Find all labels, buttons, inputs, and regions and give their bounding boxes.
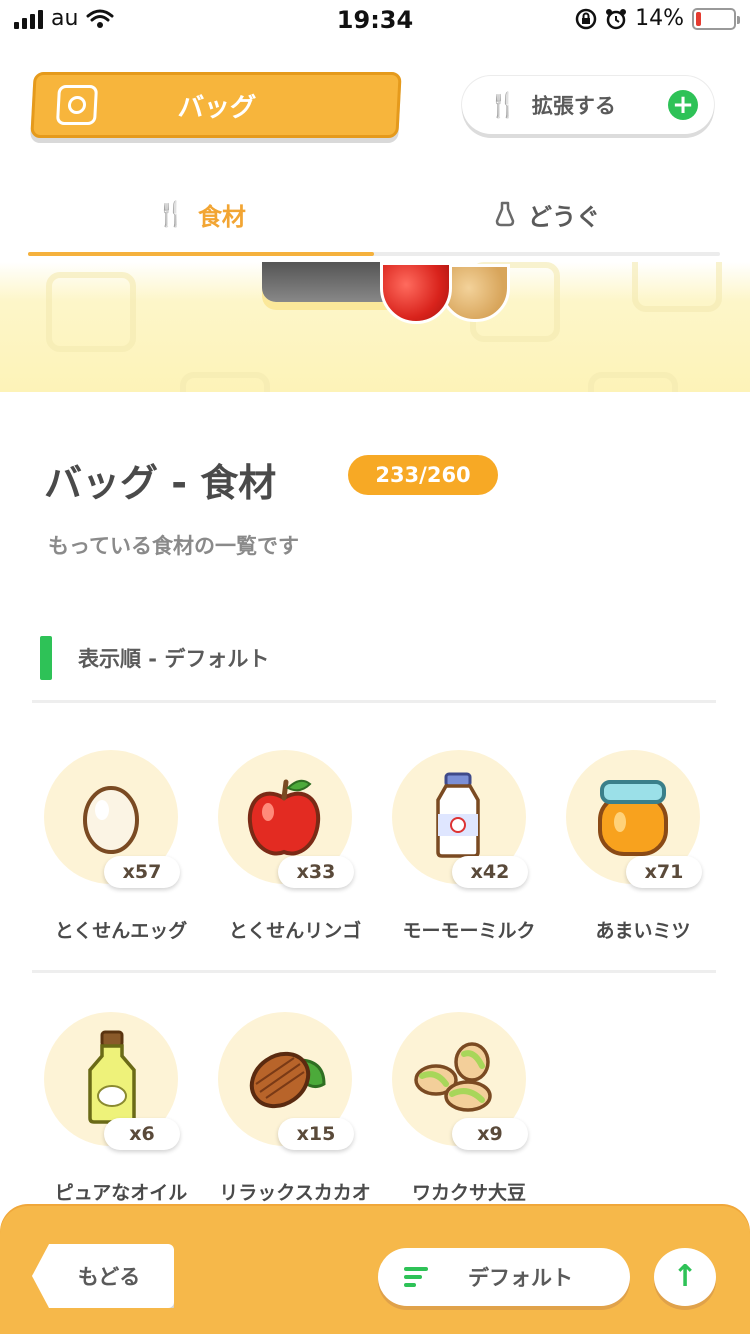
bag-icon <box>55 85 99 125</box>
item-count: x15 <box>278 1118 354 1150</box>
item-name: ワカクサ大豆 <box>411 1182 526 1204</box>
item-count: x71 <box>626 856 702 888</box>
item-count: x42 <box>452 856 528 888</box>
ingredient-item[interactable]: x42 モーモーミルク <box>382 750 556 950</box>
page-title: バッグ - 食材 <box>44 461 277 505</box>
oil-icon <box>88 1030 136 1124</box>
apple-icon <box>247 779 321 856</box>
ingredient-item[interactable]: x71 あまいミツ <box>556 750 730 950</box>
status-right: 14% <box>575 6 740 31</box>
status-bar: au 19:34 14% <box>0 0 750 40</box>
milk-icon <box>436 772 480 858</box>
tab-tools[interactable]: どうぐ <box>374 178 720 250</box>
tab-bar: 🍴 食材 どうぐ <box>28 178 720 258</box>
expand-button[interactable]: 🍴 拡張する + <box>462 76 714 134</box>
tab-ingredients-label: 食材 <box>197 202 246 231</box>
ingredient-item[interactable]: x6 ピュアなオイル <box>34 1012 208 1212</box>
item-name: とくせんリンゴ <box>228 920 362 942</box>
ingredient-item[interactable]: x33 とくせんリンゴ <box>208 750 382 950</box>
sort-order-label: 表示順 - デフォルト <box>78 647 270 671</box>
cacao-icon <box>249 1051 326 1109</box>
divider <box>32 700 716 703</box>
header-banner <box>0 262 750 392</box>
apple-illustration <box>380 262 452 324</box>
back-button[interactable]: もどる <box>32 1244 174 1308</box>
tab-tools-label: どうぐ <box>528 202 600 231</box>
honey-icon <box>598 780 668 856</box>
ingredient-item[interactable]: x9 ワカクサ大豆 <box>382 1012 556 1212</box>
fork-knife-icon: 🍴 <box>156 200 186 228</box>
item-count: x57 <box>104 856 180 888</box>
tab-ingredients[interactable]: 🍴 食材 <box>28 178 374 250</box>
item-count: x6 <box>104 1118 180 1150</box>
battery-percent: 14% <box>635 6 684 31</box>
soybean-icon <box>414 1042 492 1112</box>
ingredient-item[interactable]: x15 リラックスカカオ <box>208 1012 382 1212</box>
item-name: モーモーミルク <box>402 920 536 942</box>
fork-knife-icon: 🍴 <box>488 91 518 119</box>
tool-icon <box>495 201 515 227</box>
battery-icon <box>692 7 740 30</box>
item-name: とくせんエッグ <box>54 920 188 942</box>
plus-icon: + <box>668 90 698 120</box>
egg-icon <box>83 786 139 854</box>
rotation-lock-icon <box>575 8 597 29</box>
scroll-top-button[interactable]: ↑ <box>654 1248 716 1306</box>
arrow-up-icon: ↑ <box>672 1259 698 1294</box>
item-name: リラックスカカオ <box>219 1182 371 1204</box>
sort-button-label: デフォルト <box>468 1266 573 1290</box>
item-name: ピュアなオイル <box>54 1182 188 1204</box>
bag-title: バッグ <box>177 92 257 123</box>
ingredient-item[interactable]: x57 とくせんエッグ <box>34 750 208 950</box>
sort-icon <box>404 1267 428 1287</box>
capacity-badge: 233/260 <box>348 455 498 495</box>
divider <box>32 970 716 973</box>
bag-header: バッグ <box>30 72 402 138</box>
sort-button[interactable]: デフォルト <box>378 1248 630 1306</box>
sort-order-header: 表示順 - デフォルト <box>40 636 269 680</box>
item-name: あまいミツ <box>595 920 691 942</box>
item-count: x33 <box>278 856 354 888</box>
alarm-icon <box>606 8 627 29</box>
page-subtitle: もっている食材の一覧です <box>48 534 299 558</box>
item-count: x9 <box>452 1118 528 1150</box>
tab-indicator <box>28 252 720 256</box>
expand-label: 拡張する <box>531 94 616 118</box>
sort-marker <box>40 636 52 680</box>
